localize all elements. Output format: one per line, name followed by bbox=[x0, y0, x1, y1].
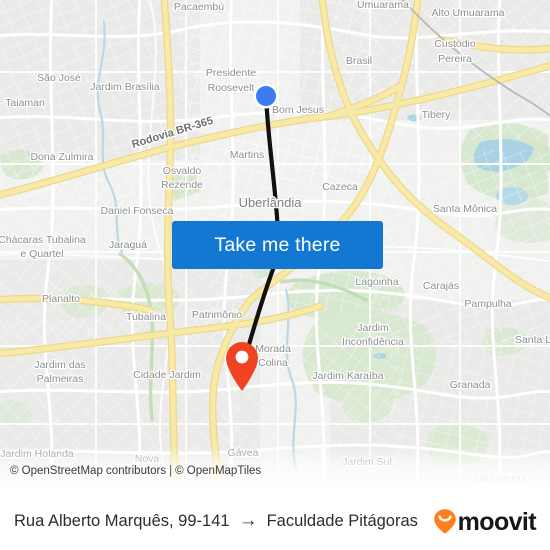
map-label: Chácaras Tubalina bbox=[0, 234, 86, 246]
map-label: Tibery bbox=[422, 109, 452, 121]
take-me-there-button[interactable]: Take me there bbox=[172, 221, 383, 269]
moovit-wordmark: moovit bbox=[457, 507, 537, 536]
arrow-right-icon: → bbox=[238, 509, 258, 531]
map-label: Martins bbox=[230, 149, 264, 161]
route-footer: Rua Alberto Marquês, 99-141 → Faculdade … bbox=[0, 492, 550, 550]
route-destination-label: Faculdade Pitágoras bbox=[266, 511, 418, 530]
map-label: Pampulha bbox=[464, 298, 511, 310]
map-label: Dona Zulmira bbox=[30, 151, 93, 163]
map-label: Roosevelt bbox=[208, 82, 255, 94]
map-label: Lagoinha bbox=[355, 276, 398, 288]
route-origin-label: Rua Alberto Marquês, 99-141 bbox=[14, 511, 230, 530]
map-label: Custódio bbox=[434, 38, 476, 50]
map-label: Gávea bbox=[228, 447, 259, 459]
map-label: Tubalina bbox=[126, 311, 166, 323]
map-label: Santa Mônica bbox=[433, 203, 497, 215]
origin-marker[interactable] bbox=[253, 83, 279, 109]
map-label: Brasil bbox=[346, 55, 372, 67]
map-label: Jardim Karaíba bbox=[312, 370, 383, 382]
map-label: Uberlândia bbox=[239, 195, 303, 210]
attribution-separator: | bbox=[169, 465, 173, 477]
map-label: Palmeiras bbox=[37, 373, 84, 385]
map-label: Daniel Fonseca bbox=[101, 205, 174, 217]
map-label: Bom Jesus bbox=[272, 104, 324, 116]
map-attribution: © OpenStreetMap contributors | © OpenMapTi… bbox=[0, 462, 550, 480]
map-label: e Quartel bbox=[20, 248, 63, 260]
map-label: Jaraguá bbox=[109, 239, 147, 251]
map-label: Carajás bbox=[423, 280, 459, 292]
map-label: Taiaman bbox=[5, 97, 45, 109]
map-label: Patrimônio bbox=[192, 309, 242, 321]
map-label: Cazeca bbox=[322, 181, 358, 193]
map-label: Alto Umuarama bbox=[432, 7, 505, 19]
map-label: Umuarama bbox=[357, 0, 409, 11]
attribution-osm[interactable]: © OpenStreetMap contributors bbox=[10, 465, 166, 477]
map-label: Presidente bbox=[206, 67, 256, 79]
map-label: Colina bbox=[258, 357, 288, 369]
map-label: Cidade Jardim bbox=[133, 369, 201, 381]
map-label: Inconfidência bbox=[342, 336, 404, 348]
map-label: Planalto bbox=[42, 293, 80, 305]
map-label: Rezende bbox=[161, 179, 203, 191]
map-label: São José bbox=[37, 72, 81, 84]
moovit-pin-icon bbox=[433, 509, 456, 534]
attribution-maptiles[interactable]: © OpenMapTiles bbox=[175, 465, 261, 477]
map-label: Jardim bbox=[357, 322, 389, 334]
map-label: Granada bbox=[450, 379, 491, 391]
map-label: Jardim Brasília bbox=[90, 81, 160, 93]
map-label: Osvaldo bbox=[163, 165, 202, 177]
map-label: Pereira bbox=[438, 53, 472, 65]
moovit-logo[interactable]: moovit bbox=[433, 507, 537, 536]
map-label: Jardim das bbox=[34, 359, 85, 371]
map-label: Pacaembú bbox=[174, 1, 224, 13]
map-label: Morada bbox=[255, 343, 291, 355]
route-summary: Rua Alberto Marquês, 99-141 → Faculdade … bbox=[14, 509, 433, 531]
map-label: Jardim Holanda bbox=[0, 448, 74, 460]
moovit-route-card: Pacaembú Umuarama Alto Umuarama Custódio Per… bbox=[0, 0, 550, 550]
map-label: Santa L bbox=[515, 334, 550, 346]
